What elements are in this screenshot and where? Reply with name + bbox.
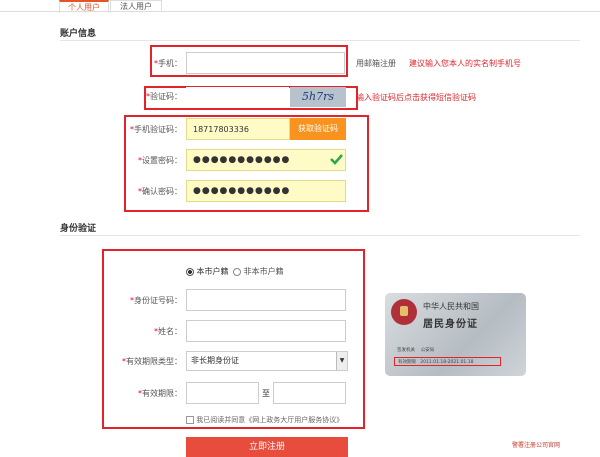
agreement-row: 我已阅读并同意《网上政务大厅用户服务协议》 [186,415,343,425]
captcha-input[interactable] [186,87,289,107]
account-section-title: 账户信息 [60,29,97,39]
id-card-line1: 中华人民共和国 [423,302,479,311]
email-register-link[interactable]: 用邮箱注册 [356,58,396,69]
validity-type-label: *有效期限类型： [122,357,182,366]
confirm-password-label: *确认密码： [138,187,182,196]
radio-checked-icon [186,267,194,276]
validity-period-label: *有效期限： [138,389,182,398]
captcha-image[interactable]: 5h7rs [290,87,346,107]
radio-local-residence[interactable]: 本市户籍 [186,267,231,276]
password-label: *设置密码： [138,156,182,165]
sms-code-input[interactable] [186,118,290,140]
radio-unchecked-icon [233,267,242,276]
id-card-issuer: 签发机关 公安局 [397,348,435,353]
captcha-label: *验证码： [146,92,182,101]
identity-section-title: 身份验证 [60,224,97,234]
validity-to-text: 至 [262,389,270,398]
id-card-validity: 有效期限 2011.01.18-2021.01.18 [394,357,501,366]
national-emblem-icon [391,299,417,325]
get-sms-code-button[interactable]: 获取验证码 [290,118,346,140]
validity-type-select[interactable]: 非长期身份证 ▼ [186,351,348,371]
validity-end-input[interactable] [273,382,346,404]
account-section-divider [60,40,580,41]
register-submit-button[interactable]: 立即注册 [186,437,348,457]
check-icon [330,154,343,165]
validity-type-value: 非长期身份证 [191,356,239,365]
dropdown-arrow-icon[interactable]: ▼ [336,352,347,370]
id-card-line2: 居民身份证 [423,319,478,330]
phone-hint: 建议输入您本人的实名制手机号 [409,59,521,68]
password-input[interactable]: ●●●●●●●●●●● [186,149,346,171]
id-number-input[interactable] [186,289,346,311]
captcha-hint: 输入验证码后点击获得短信验证码 [356,93,476,102]
name-input[interactable] [186,320,346,342]
watermark: 警署注册公司官网 [512,442,561,449]
residence-radio-group: 本市户籍 非本市户籍 [186,266,284,277]
sms-code-label: *手机验证码： [130,125,182,134]
phone-label: *手机： [154,59,182,68]
identity-section-divider [60,235,580,236]
confirm-password-input[interactable]: ●●●●●●●●●●● [186,180,346,202]
radio-nonlocal-residence[interactable]: 非本市户籍 [233,267,284,276]
agreement-checkbox[interactable] [186,416,194,424]
tab-divider [0,11,600,12]
agreement-text[interactable]: 我已阅读并同意《网上政务大厅用户服务协议》 [196,416,343,424]
phone-input[interactable] [186,52,345,74]
name-label: *姓名： [154,327,182,336]
validity-start-input[interactable] [186,382,259,404]
id-number-label: *身份证号码： [130,296,182,305]
id-card-image: 中华人民共和国 居民身份证 签发机关 公安局 有效期限 2011.01.18-2… [385,293,526,376]
